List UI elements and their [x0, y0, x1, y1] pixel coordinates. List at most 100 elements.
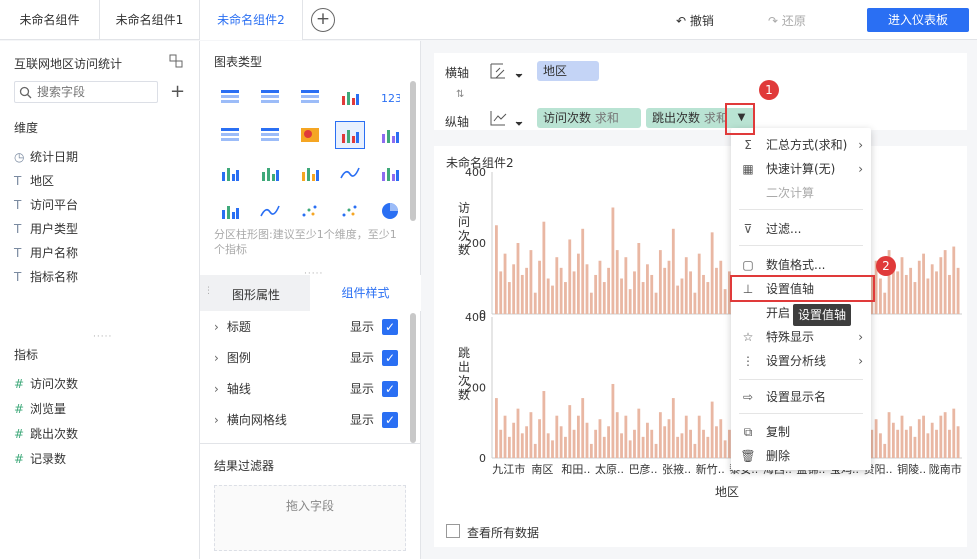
add-field-button[interactable]: + — [170, 81, 185, 102]
measure-label: 浏览量 — [30, 402, 67, 416]
detail-table-icon[interactable] — [295, 83, 325, 111]
bar — [956, 426, 960, 458]
x-field-pill[interactable]: 地区 — [537, 61, 599, 81]
x-axis-sort-icon[interactable] — [488, 60, 524, 82]
bar — [896, 271, 900, 314]
swap-axes-icon[interactable]: ⇅ — [456, 89, 464, 100]
x-tick-label: 张掖.. — [662, 462, 691, 476]
switch-dataset-icon[interactable] — [169, 54, 183, 68]
bar — [516, 243, 520, 314]
search-field[interactable] — [14, 81, 158, 103]
tab-component-style[interactable]: 组件样式 — [310, 275, 421, 311]
dimension-field[interactable]: T 访问平台 — [14, 195, 78, 215]
show-checkbox[interactable]: ✓ — [382, 381, 398, 397]
tab-graphic-props[interactable]: 图形属性 — [232, 286, 280, 303]
line-chart-icon[interactable] — [335, 159, 365, 187]
table-icon[interactable] — [215, 83, 245, 111]
x-axis-title: 地区 — [715, 485, 739, 499]
bar — [529, 250, 533, 314]
menu-item-number-format[interactable]: ▢ 数值格式... — [731, 253, 871, 277]
menu-item-display-name[interactable]: ⇨ 设置显示名 — [731, 385, 871, 409]
tab-component-1[interactable]: 未命名组件1 — [100, 0, 200, 40]
menu-item-delete[interactable]: 🗑 删除 — [731, 444, 871, 468]
show-label: 显示 — [349, 413, 374, 427]
menu-item-special-display[interactable]: ☆ 特殊显示 › — [731, 325, 871, 349]
show-checkbox[interactable]: ✓ — [382, 412, 398, 428]
kpi-icon[interactable]: 123 — [375, 83, 405, 111]
y-axis-title: 访 — [458, 201, 470, 215]
bar — [723, 440, 727, 458]
dimension-field[interactable]: T 地区 — [14, 171, 54, 191]
number-field-icon: # — [14, 377, 25, 391]
bar-chart-icon[interactable] — [375, 121, 405, 149]
bar — [499, 271, 503, 314]
measure-label: 跳出次数 — [30, 427, 79, 441]
dot-icon[interactable] — [335, 197, 365, 225]
undo-button[interactable]: ↶ 撤销 — [676, 12, 714, 29]
heatmap-icon[interactable] — [295, 121, 325, 149]
bar — [598, 260, 602, 314]
bar-horizontal-icon[interactable] — [255, 159, 285, 187]
menu-item-quick-calc[interactable]: ▦ 快速计算(无) › — [731, 157, 871, 181]
menu-item-filter[interactable]: ⊽ 过滤... — [731, 217, 871, 241]
panel-resize-handle[interactable]: ····· — [93, 332, 112, 342]
tab-component-2[interactable]: 未命名组件2 — [200, 0, 303, 40]
map-icon[interactable] — [215, 197, 245, 225]
bar — [684, 415, 688, 458]
bar — [719, 419, 723, 458]
dimension-field[interactable]: T 用户类型 — [14, 219, 78, 239]
search-icon — [19, 86, 32, 99]
rename-icon: ⇨ — [742, 390, 754, 404]
bar — [598, 419, 602, 458]
show-checkbox[interactable]: ✓ — [382, 319, 398, 335]
bar — [564, 282, 567, 314]
measure-field[interactable]: # 浏览量 — [14, 399, 66, 419]
chevron-right-icon: › — [214, 320, 219, 334]
measure-field[interactable]: # 访问次数 — [14, 374, 78, 394]
prop-row[interactable]: › 轴线 显示 ✓ — [214, 377, 398, 401]
menu-item-analysis-line[interactable]: ⋮ 设置分析线 › — [731, 349, 871, 373]
tab-component-0[interactable]: 未命名组件 — [0, 0, 100, 40]
bar — [525, 267, 529, 314]
bar — [935, 429, 938, 458]
cross-table-icon[interactable] — [215, 121, 245, 149]
chart-types-scrollbar[interactable] — [410, 81, 416, 221]
radar-icon[interactable] — [375, 159, 405, 187]
show-checkbox[interactable]: ✓ — [382, 350, 398, 366]
menu-item-secondary-calc[interactable]: 二次计算 — [731, 181, 871, 205]
bar — [650, 274, 654, 314]
add-tab-button[interactable]: + — [311, 8, 335, 32]
bar — [917, 260, 921, 314]
redo-button[interactable]: ↷ 还原 — [768, 12, 806, 29]
step-chart-icon[interactable] — [295, 159, 325, 187]
grouped-table-icon[interactable] — [255, 83, 285, 111]
scatter-icon[interactable] — [295, 197, 325, 225]
bubble-table-icon[interactable] — [255, 121, 285, 149]
bar — [650, 429, 654, 458]
menu-item-copy[interactable]: ⧉ 复制 — [731, 420, 871, 444]
dimension-field[interactable]: T 用户名称 — [14, 243, 78, 263]
prop-row[interactable]: › 图例 显示 ✓ — [214, 346, 398, 370]
bar — [551, 440, 554, 458]
measure-field[interactable]: # 跳出次数 — [14, 424, 78, 444]
pie-icon[interactable] — [375, 197, 405, 225]
color-table-icon[interactable] — [335, 83, 365, 111]
stacked-bar-icon[interactable] — [335, 121, 365, 149]
prop-row[interactable]: › 横向网格线 显示 ✓ — [214, 408, 398, 432]
show-all-checkbox[interactable] — [446, 524, 460, 538]
dimension-label: 访问平台 — [30, 198, 79, 212]
y-field-pill-visits[interactable]: 访问次数 求和 — [537, 108, 641, 128]
prop-row[interactable]: › 标题 显示 ✓ — [214, 315, 398, 339]
dimension-field[interactable]: ◷ 统计日期 — [14, 147, 78, 167]
dimension-field[interactable]: T 指标名称 — [14, 267, 78, 287]
props-scrollbar[interactable] — [410, 313, 416, 443]
column-chart-icon[interactable] — [215, 159, 245, 187]
chevron-right-icon: › — [858, 330, 863, 344]
area-icon[interactable] — [255, 197, 285, 225]
y-axis-sort-icon[interactable] — [488, 108, 524, 130]
measure-field[interactable]: # 记录数 — [14, 449, 66, 469]
menu-item-aggregation[interactable]: Σ 汇总方式(求和) › — [731, 133, 871, 157]
filter-drop-zone[interactable]: 拖入字段 — [214, 485, 406, 551]
enter-dashboard-button[interactable]: 进入仪表板 — [867, 8, 969, 32]
search-input[interactable] — [37, 84, 153, 100]
